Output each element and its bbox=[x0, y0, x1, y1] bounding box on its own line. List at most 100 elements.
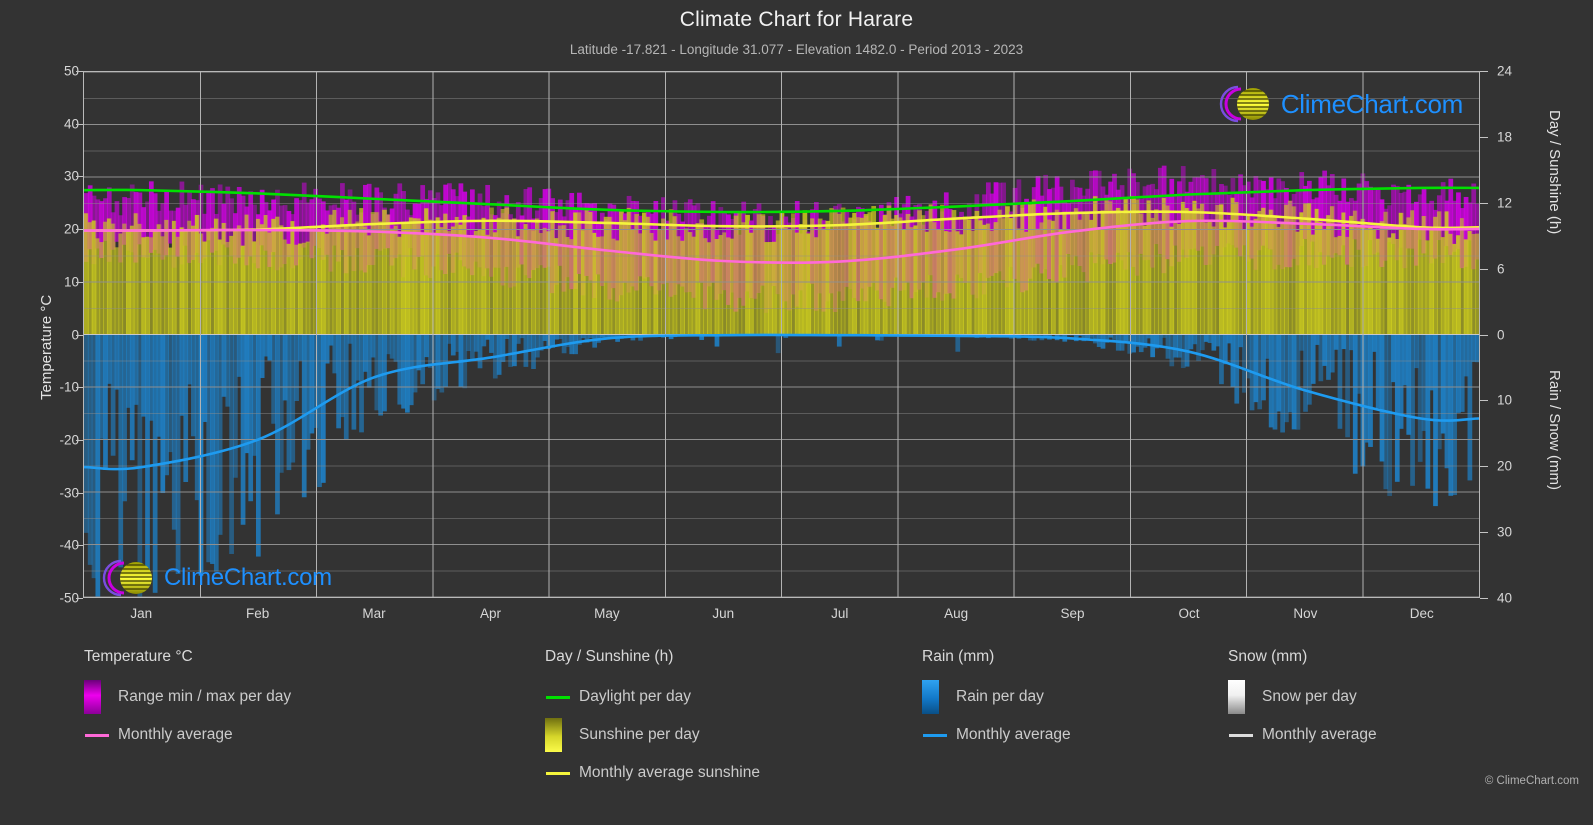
legend-item[interactable]: Daylight per day bbox=[545, 678, 760, 716]
x-axis-tick-oct: Oct bbox=[1178, 606, 1200, 621]
legend-item[interactable]: Monthly average bbox=[84, 716, 291, 754]
x-axis-tick-apr: Apr bbox=[479, 606, 501, 621]
legend-swatch bbox=[922, 680, 939, 714]
legend-column-3: Snow (mm) Snow per day Monthly average bbox=[1228, 648, 1377, 754]
y2-bottom-tickmark bbox=[1480, 400, 1488, 402]
legend-line-key bbox=[546, 771, 570, 775]
y-axis-tick: 30 bbox=[63, 168, 79, 184]
legend-label: Daylight per day bbox=[579, 688, 692, 705]
legend-key bbox=[1228, 680, 1262, 714]
legend-label: Rain per day bbox=[956, 688, 1044, 705]
x-axis-tick-aug: Aug bbox=[944, 606, 969, 621]
legend-key bbox=[1228, 733, 1262, 737]
x-axis-tick-jan: Jan bbox=[130, 606, 153, 621]
legend-key bbox=[545, 718, 579, 752]
y-axis-tick: 50 bbox=[63, 63, 79, 79]
y-axis-tick: 40 bbox=[63, 116, 79, 132]
y-axis-tick: -50 bbox=[59, 590, 79, 606]
y-axis-tickmark bbox=[76, 123, 83, 125]
legend-label: Snow per day bbox=[1262, 688, 1357, 705]
x-axis-tick-feb: Feb bbox=[245, 606, 270, 621]
y-axis-tickmark bbox=[76, 545, 83, 547]
page-title: Climate Chart for Harare bbox=[679, 8, 914, 31]
left-axis-title: Temperature °C bbox=[38, 294, 55, 400]
y2-top-tickmark bbox=[1480, 268, 1488, 270]
y-axis-tick: -40 bbox=[59, 537, 79, 553]
y2-bottom-tickmark bbox=[1480, 466, 1488, 468]
y2-bottom-tick: 40 bbox=[1497, 590, 1513, 606]
legend-label: Sunshine per day bbox=[579, 726, 700, 743]
x-axis-tick-mar: Mar bbox=[362, 606, 386, 621]
legend-key bbox=[545, 695, 579, 699]
y-axis-tick: 10 bbox=[63, 274, 79, 290]
y-axis-tickmark bbox=[76, 176, 83, 178]
y2-bottom-tickmark bbox=[1480, 598, 1488, 599]
y2-top-tick: 18 bbox=[1497, 129, 1513, 145]
legend-key bbox=[922, 733, 956, 737]
y2-top-tickmark bbox=[1480, 334, 1488, 336]
y2-bottom-tickmark bbox=[1480, 532, 1488, 534]
legend-line-key bbox=[85, 733, 109, 737]
legend-label: Range min / max per day bbox=[118, 688, 292, 705]
x-axis-tick-may: May bbox=[594, 606, 620, 621]
legend-label: Monthly average bbox=[118, 726, 233, 743]
y2-top-tick: 0 bbox=[1497, 327, 1505, 342]
y2-top-tickmark bbox=[1480, 71, 1488, 72]
y-axis-tickmark bbox=[76, 439, 83, 441]
legend-column-0: Temperature °C Range min / max per day M… bbox=[84, 648, 291, 754]
y2-top-tickmark bbox=[1480, 202, 1488, 204]
legend-heading: Rain (mm) bbox=[922, 648, 995, 665]
y-axis-tickmark bbox=[76, 281, 83, 283]
x-axis-tick-sep: Sep bbox=[1060, 606, 1085, 621]
y2-top-tick: 12 bbox=[1497, 195, 1513, 211]
x-axis-tick-jul: Jul bbox=[831, 606, 849, 621]
legend-label: Monthly average bbox=[956, 726, 1071, 743]
legend-swatch bbox=[545, 718, 562, 752]
legend-label: Monthly average bbox=[1262, 726, 1377, 743]
legend-line-key bbox=[923, 733, 947, 737]
chart-plot-area: ClimeChart.com ClimeChart.com bbox=[83, 71, 1480, 598]
legend-item[interactable]: Monthly average bbox=[1228, 716, 1377, 754]
legend-line-key bbox=[1229, 733, 1253, 737]
copyright-notice: © ClimeChart.com bbox=[1484, 775, 1579, 787]
legend-item[interactable]: Snow per day bbox=[1228, 678, 1377, 716]
legend-key bbox=[545, 771, 579, 775]
climechart-logo-icon-top bbox=[1219, 85, 1269, 123]
watermark-wordmark-top: ClimeChart.com bbox=[1280, 88, 1463, 119]
legend-swatch bbox=[1228, 680, 1245, 714]
y2-bottom-tick: 20 bbox=[1497, 458, 1513, 474]
y-axis-tickmark bbox=[76, 334, 83, 336]
y2-bottom-tick: 10 bbox=[1497, 392, 1513, 408]
legend-key bbox=[84, 733, 118, 737]
y-axis-tick: -30 bbox=[59, 485, 79, 501]
watermark-logo-top: ClimeChart.com bbox=[1215, 83, 1463, 125]
y-axis-tickmark bbox=[76, 71, 83, 72]
y2-top-tick: 6 bbox=[1497, 261, 1505, 277]
legend-item[interactable]: Monthly average bbox=[922, 716, 1071, 754]
legend-label: Monthly average sunshine bbox=[579, 764, 760, 781]
y-axis-tick: 20 bbox=[63, 221, 79, 237]
legend-heading: Temperature °C bbox=[84, 648, 193, 665]
chart-legend: Temperature °C Range min / max per day M… bbox=[0, 648, 1593, 823]
x-axis-tick-dec: Dec bbox=[1409, 606, 1434, 621]
legend-column-2: Rain (mm) Rain per day Monthly average bbox=[922, 648, 1071, 754]
legend-item[interactable]: Sunshine per day bbox=[545, 716, 760, 754]
y2-top-tickmark bbox=[1480, 136, 1488, 138]
y2-bottom-tick: 30 bbox=[1497, 524, 1513, 540]
page-subtitle: Latitude -17.821 - Longitude 31.077 - El… bbox=[569, 42, 1024, 57]
legend-item[interactable]: Rain per day bbox=[922, 678, 1071, 716]
watermark-logo-bottom: ClimeChart.com bbox=[98, 557, 332, 597]
legend-item[interactable]: Monthly average sunshine bbox=[545, 754, 760, 792]
watermark-wordmark-bottom: ClimeChart.com bbox=[164, 564, 332, 591]
legend-item[interactable]: Range min / max per day bbox=[84, 678, 291, 716]
y-axis-tickmark bbox=[76, 229, 83, 231]
y-axis-tick: -20 bbox=[59, 432, 79, 448]
y-axis-tickmark bbox=[76, 492, 83, 494]
legend-line-key bbox=[546, 695, 570, 699]
y-axis-tickmark bbox=[76, 387, 83, 389]
legend-key bbox=[922, 680, 956, 714]
series-lines-layer bbox=[84, 72, 1479, 597]
legend-swatch bbox=[84, 680, 101, 714]
legend-heading: Snow (mm) bbox=[1228, 648, 1308, 665]
x-axis-tick-jun: Jun bbox=[712, 606, 735, 621]
